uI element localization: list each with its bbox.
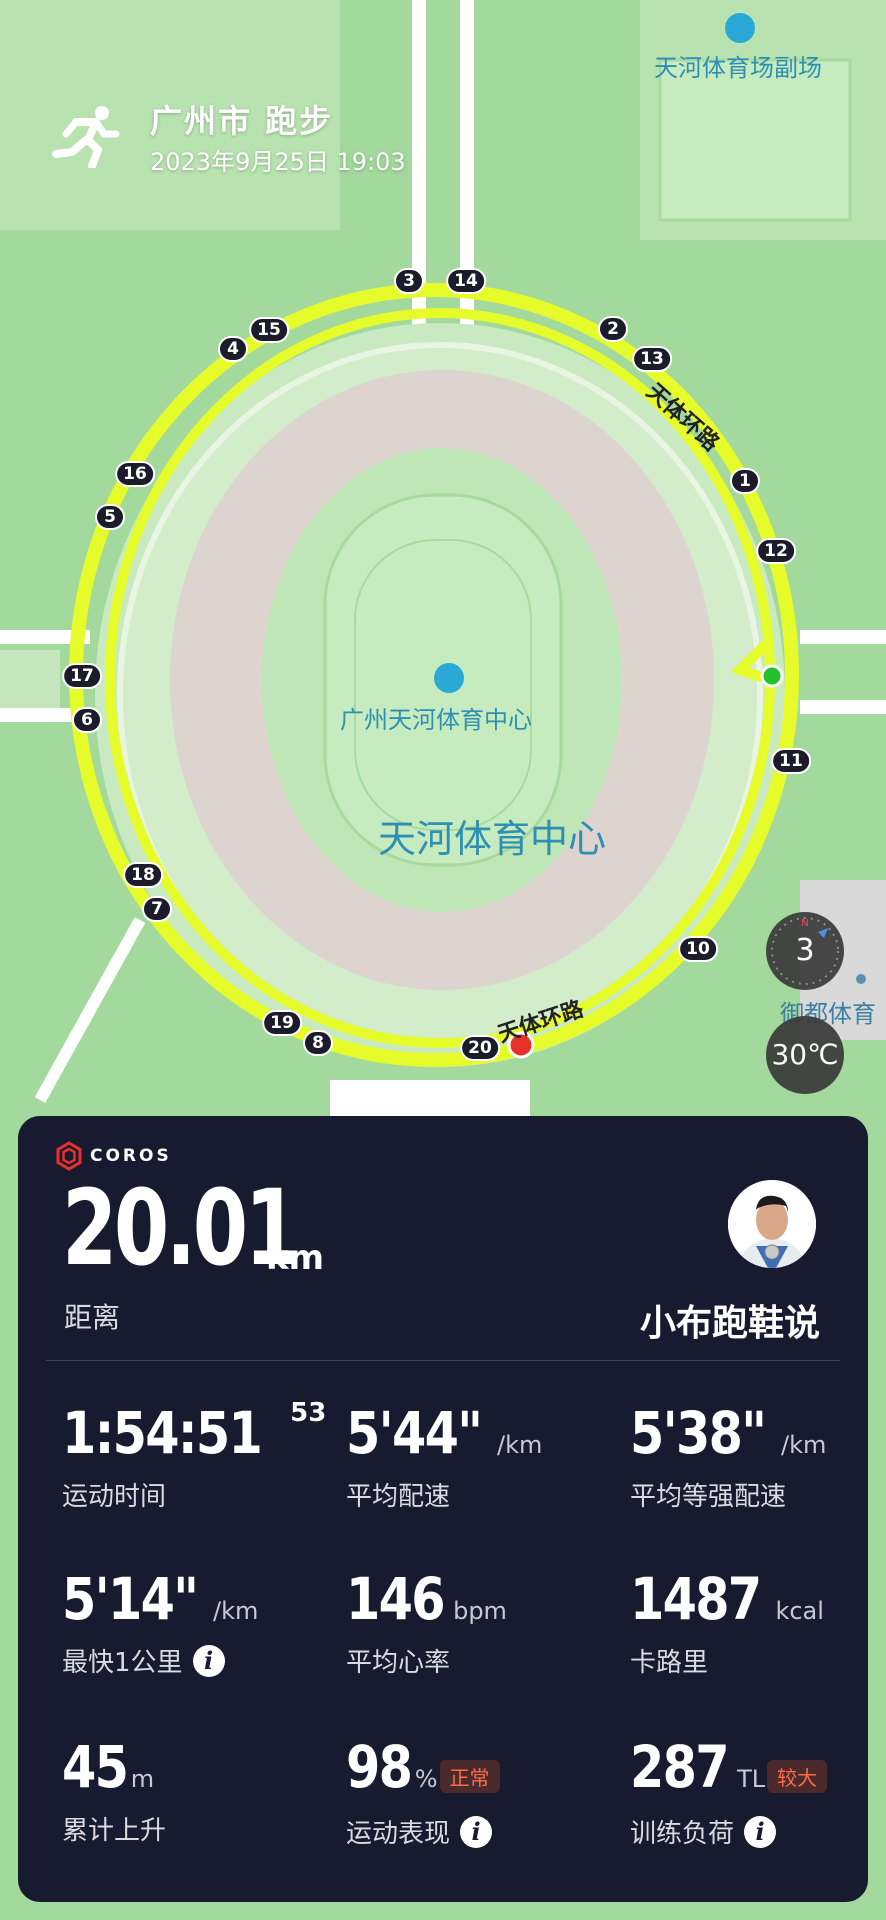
- km-marker: 1: [730, 468, 760, 494]
- stat-item: 1487 kcal 卡路里: [630, 1570, 824, 1679]
- km-marker: 19: [262, 1010, 302, 1036]
- stat-item: 5'44"/km 平均配速: [346, 1404, 542, 1513]
- running-icon: [52, 104, 120, 170]
- stat-badge: 较大: [767, 1760, 828, 1793]
- km-marker: 10: [678, 936, 718, 962]
- stat-item: 45 m 累计上升: [62, 1738, 166, 1847]
- stat-item: 98% 正常运动表现 i: [346, 1738, 500, 1850]
- avatar[interactable]: [728, 1180, 816, 1268]
- stat-unit: m: [130, 1765, 155, 1793]
- area-label: 天河体育中心: [378, 817, 607, 861]
- stat-value: 1:54:51: [62, 1399, 263, 1467]
- km-marker: 16: [115, 461, 155, 487]
- stat-value-row: 98% 正常: [346, 1738, 500, 1799]
- stat-label: 最快1公里: [62, 1648, 183, 1678]
- info-icon[interactable]: i: [744, 1815, 777, 1848]
- stat-value: 5'14": [62, 1565, 199, 1633]
- stat-value-fraction: 53: [290, 1398, 327, 1428]
- km-marker: 4: [218, 336, 248, 362]
- activity-title: 广州市 跑步: [150, 102, 334, 140]
- stat-badge: 正常: [439, 1760, 500, 1793]
- stat-item: 146 bpm 平均心率: [346, 1570, 507, 1679]
- stat-label: 平均等强配速: [630, 1482, 787, 1512]
- stats-card: COROS 20.01 km 距离 小布跑鞋说 1:54:51 53 运动时间 5'4…: [18, 1116, 868, 1902]
- stat-unit: /km: [781, 1431, 827, 1459]
- stat-value: 5'44": [346, 1399, 483, 1467]
- stat-unit: kcal: [775, 1597, 824, 1625]
- compass-value: 3: [795, 933, 815, 968]
- stat-value: 1487: [630, 1565, 762, 1633]
- stat-value-row: 5'14"/km: [62, 1570, 258, 1628]
- km-marker: 2: [598, 316, 628, 342]
- stat-item: 5'14"/km 最快1公里 i: [62, 1570, 258, 1679]
- stat-value-row: 5'38"/km: [630, 1404, 826, 1462]
- km-marker: 14: [446, 268, 486, 294]
- stat-value: 5'38": [630, 1399, 767, 1467]
- stat-value: 146: [346, 1565, 446, 1633]
- stat-label: 平均心率: [346, 1648, 451, 1678]
- distance-unit: km: [266, 1238, 325, 1278]
- distance-label: 距离: [64, 1301, 121, 1334]
- stat-item: 287 TL 较大训练负荷 i: [630, 1733, 828, 1850]
- info-icon[interactable]: i: [192, 1644, 225, 1677]
- km-marker: 5: [95, 504, 125, 530]
- km-marker: 11: [771, 748, 811, 774]
- stat-label: 卡路里: [630, 1648, 709, 1678]
- info-icon[interactable]: i: [460, 1815, 493, 1848]
- activity-datetime: 2023年9月25日 19:03: [150, 148, 406, 176]
- stat-item: 1:54:51 53 运动时间: [62, 1398, 326, 1513]
- stat-value: 45: [62, 1733, 129, 1801]
- stat-value-row: 146 bpm: [346, 1570, 507, 1628]
- stat-label: 平均配速: [346, 1482, 451, 1512]
- stat-label: 累计上升: [62, 1816, 167, 1846]
- km-marker: 8: [303, 1030, 333, 1056]
- compass-button[interactable]: N 3: [766, 912, 844, 990]
- stat-unit: /km: [213, 1597, 259, 1625]
- stat-value-row: 287 TL 较大: [630, 1733, 828, 1801]
- km-marker: 15: [249, 317, 289, 343]
- stat-item: 5'38"/km 平均等强配速: [630, 1404, 826, 1513]
- km-marker: 7: [142, 896, 172, 922]
- stat-label: 运动表现: [346, 1819, 451, 1849]
- stat-value-row: 5'44"/km: [346, 1404, 542, 1462]
- temperature-badge: 30℃: [766, 1016, 844, 1094]
- stat-unit: %: [414, 1765, 438, 1793]
- stat-unit: bpm: [453, 1597, 507, 1625]
- stat-value-row: 1:54:51 53: [62, 1398, 326, 1467]
- distance-value: 20.01: [62, 1167, 300, 1289]
- brand-name: COROS: [90, 1146, 172, 1166]
- user-name: 小布跑鞋说: [639, 1303, 820, 1344]
- divider: [46, 1360, 840, 1361]
- stat-label: 训练负荷: [630, 1819, 735, 1849]
- stat-value: 287: [630, 1733, 730, 1801]
- km-marker: 13: [632, 346, 672, 372]
- stat-value-row: 1487 kcal: [630, 1570, 824, 1628]
- km-marker: 17: [62, 663, 102, 689]
- venue-label: 天河体育场副场: [654, 54, 822, 82]
- km-marker: 18: [123, 862, 163, 888]
- stat-value: 98: [346, 1733, 413, 1801]
- stat-label: 运动时间: [62, 1482, 167, 1512]
- stat-unit: /km: [497, 1431, 543, 1459]
- km-marker: 6: [72, 707, 102, 733]
- km-marker: 20: [460, 1035, 500, 1061]
- km-marker: 12: [756, 538, 796, 564]
- stat-value-row: 45 m: [62, 1738, 166, 1796]
- stat-unit: TL: [737, 1765, 766, 1793]
- center-poi-label: 广州天河体育中心: [340, 706, 532, 734]
- km-marker: 3: [394, 268, 424, 294]
